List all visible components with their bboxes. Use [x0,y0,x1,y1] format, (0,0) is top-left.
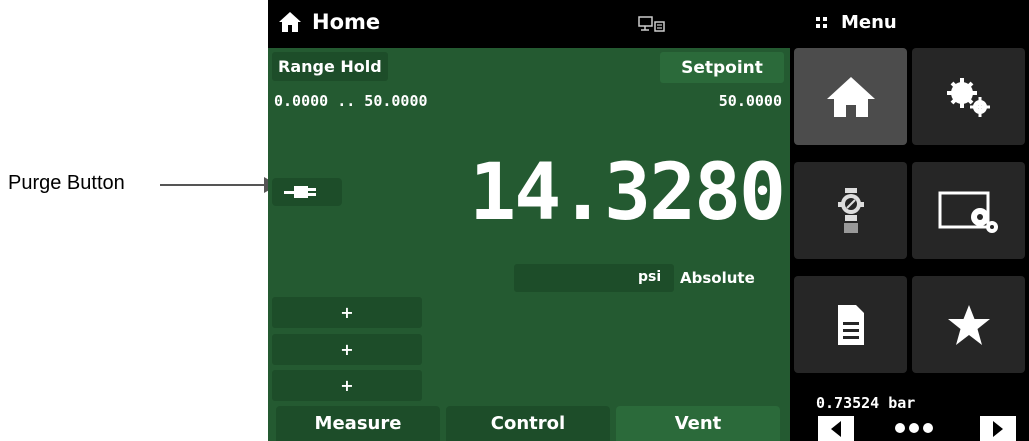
range-values: 0.0000 .. 50.0000 [274,92,428,110]
menu-controller-button[interactable] [794,162,907,259]
add-button-2[interactable]: + [272,334,422,365]
arrow-left-icon [831,420,841,437]
measurement-panel: Range Hold 0.0000 .. 50.0000 Setpoint 50… [268,48,790,441]
menu-dots-icon [816,17,827,28]
mode-tabs: Measure Control Vent [268,406,790,441]
settings-gears-icon [946,77,990,117]
tab-measure[interactable]: Measure [276,406,440,441]
star-icon [947,304,990,345]
menu-label: Menu [841,12,897,33]
page-indicator [895,423,933,433]
purge-button[interactable] [272,178,342,206]
page-dot [895,423,905,433]
display-settings-icon [938,191,998,233]
home-header[interactable]: Home [278,10,380,34]
menu-display-settings-button[interactable] [912,162,1025,259]
unit-label: psi [638,269,662,285]
page-prev-button[interactable] [818,416,854,441]
menu-settings-button[interactable] [912,48,1025,145]
network-icon [638,16,665,32]
setpoint-button[interactable]: Setpoint [660,52,784,83]
purge-button-callout: Purge Button [8,172,125,194]
pressure-reading: 14.3280 [469,148,786,238]
home-icon [826,76,875,117]
add-button-3[interactable]: + [272,370,422,401]
secondary-reading: 0.73524 bar [816,394,916,412]
callout-line [160,184,270,186]
page-dot [923,423,933,433]
purge-icon [284,186,316,198]
top-bar: Home Menu [268,0,1029,48]
menu-panel: 0.73524 bar [790,48,1029,441]
home-icon [279,12,301,32]
menu-favorites-button[interactable] [912,276,1025,373]
tab-control[interactable]: Control [446,406,610,441]
page-dot [909,423,919,433]
range-hold-button[interactable]: Range Hold [272,52,388,81]
mode-label[interactable]: Absolute [680,269,755,287]
setpoint-value: 50.0000 [718,92,782,110]
add-button-1[interactable]: + [272,297,422,328]
home-label: Home [312,10,381,34]
menu-home-button[interactable] [794,48,907,145]
tab-vent[interactable]: Vent [616,406,780,441]
page-next-button[interactable] [980,416,1016,441]
document-icon [837,304,864,345]
device-screen: Home Menu Range Hold 0.0000 .. 50.0000 S… [268,0,1029,441]
arrow-right-icon [993,420,1003,437]
menu-document-button[interactable] [794,276,907,373]
regulator-icon [837,187,864,233]
menu-header[interactable]: Menu [816,12,897,33]
